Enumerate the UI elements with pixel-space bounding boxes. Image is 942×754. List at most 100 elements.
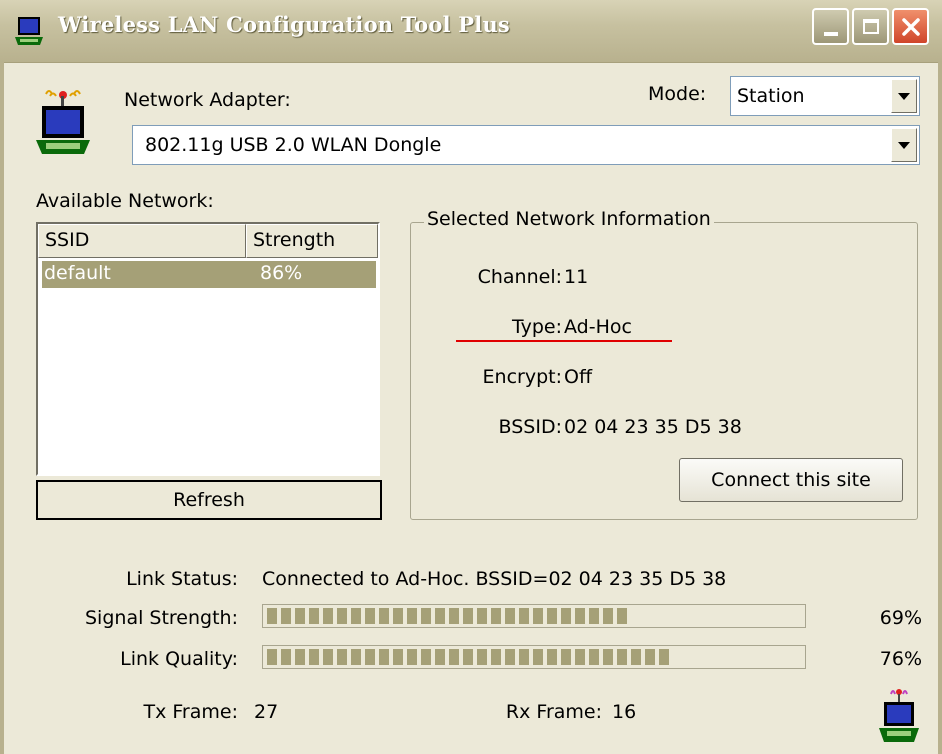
close-icon (901, 17, 920, 36)
progress-segment (393, 649, 403, 665)
table-row[interactable]: default 86% (42, 261, 376, 288)
adapter-value: 802.11g USB 2.0 WLAN Dongle (145, 134, 442, 156)
progress-segment (337, 649, 347, 665)
column-header-strength[interactable]: Strength (246, 224, 378, 258)
rx-frame-label: Rx Frame: (505, 701, 602, 723)
refresh-button[interactable]: Refresh (36, 480, 382, 520)
type-underline (456, 340, 672, 342)
chevron-down-icon (898, 141, 910, 149)
bssid-value: 02 04 23 35 D5 38 (564, 416, 742, 438)
progress-segment (631, 649, 641, 665)
progress-segment (267, 608, 277, 624)
progress-segment (463, 649, 473, 665)
progress-segment (519, 608, 529, 624)
progress-segment (281, 649, 291, 665)
progress-segment (421, 608, 431, 624)
progress-segment (519, 649, 529, 665)
progress-segment (463, 608, 473, 624)
progress-segment (547, 649, 557, 665)
link-quality-bar (262, 645, 806, 669)
link-quality-label: Link Quality: (120, 648, 238, 670)
progress-segment (295, 608, 305, 624)
laptop-antenna-icon (12, 13, 46, 47)
progress-segment (449, 649, 459, 665)
progress-segment (589, 608, 599, 624)
link-status-value: Connected to Ad-Hoc. BSSID=02 04 23 35 D… (262, 568, 727, 590)
progress-segment (533, 608, 543, 624)
progress-segment (477, 608, 487, 624)
progress-segment (351, 608, 361, 624)
dropdown-arrow[interactable] (891, 128, 917, 162)
progress-segment (309, 649, 319, 665)
mode-label: Mode: (648, 83, 707, 105)
progress-segment (603, 649, 613, 665)
signal-strength-value: 69% (879, 607, 922, 629)
progress-segment (267, 649, 277, 665)
available-network-label: Available Network: (36, 190, 214, 212)
progress-segment (295, 649, 305, 665)
progress-segment (281, 608, 291, 624)
link-status-label: Link Status: (126, 568, 238, 590)
signal-strength-fill (267, 608, 637, 624)
link-quality-fill (267, 649, 674, 665)
progress-segment (617, 649, 627, 665)
progress-segment (533, 649, 543, 665)
signal-strength-label: Signal Strength: (85, 607, 238, 629)
connect-site-button[interactable]: Connect this site (679, 458, 903, 502)
mode-select[interactable]: Station (730, 76, 920, 116)
progress-segment (547, 608, 557, 624)
window-border-left (0, 62, 4, 754)
progress-segment (589, 649, 599, 665)
progress-segment (491, 608, 501, 624)
progress-segment (603, 608, 613, 624)
progress-segment (379, 608, 389, 624)
dropdown-arrow[interactable] (891, 79, 917, 113)
progress-segment (393, 608, 403, 624)
network-list[interactable]: SSID Strength default 86% (36, 222, 380, 476)
close-button[interactable] (892, 8, 929, 45)
progress-segment (477, 649, 487, 665)
progress-segment (365, 649, 375, 665)
tx-frame-value: 27 (254, 701, 279, 723)
progress-segment (379, 649, 389, 665)
rx-frame-value: 16 (612, 701, 637, 723)
progress-segment (645, 649, 655, 665)
progress-segment (575, 608, 585, 624)
progress-segment (323, 608, 333, 624)
progress-segment (323, 649, 333, 665)
adapter-label: Network Adapter: (124, 89, 291, 111)
connect-site-label: Connect this site (711, 469, 871, 491)
column-header-ssid[interactable]: SSID (38, 224, 246, 258)
selected-network-title: Selected Network Information (424, 208, 714, 230)
minimize-icon (823, 31, 838, 36)
tx-frame-label: Tx Frame: (143, 701, 239, 723)
adapter-select[interactable]: 802.11g USB 2.0 WLAN Dongle (132, 125, 920, 165)
link-quality-value: 76% (879, 648, 922, 670)
progress-segment (505, 649, 515, 665)
maximize-button[interactable] (852, 8, 889, 45)
channel-value: 11 (564, 266, 589, 288)
progress-segment (365, 608, 375, 624)
progress-segment (617, 608, 627, 624)
progress-segment (309, 608, 319, 624)
row-strength: 86% (260, 262, 303, 284)
mode-value: Station (737, 85, 805, 107)
progress-segment (435, 608, 445, 624)
progress-segment (337, 608, 347, 624)
progress-segment (491, 649, 501, 665)
maximize-icon (862, 19, 879, 34)
row-ssid: default (44, 262, 111, 284)
minimize-button[interactable] (812, 8, 849, 45)
signal-strength-bar (262, 604, 806, 628)
encrypt-label: Encrypt: (482, 366, 562, 388)
progress-segment (449, 608, 459, 624)
laptop-antenna-icon (876, 686, 922, 744)
window-border-right (938, 62, 942, 754)
type-value: Ad-Hoc (564, 316, 632, 338)
progress-segment (561, 608, 571, 624)
laptop-antenna-icon (32, 84, 94, 156)
progress-segment (561, 649, 571, 665)
progress-segment (407, 608, 417, 624)
refresh-label: Refresh (173, 489, 245, 511)
type-label: Type: (511, 316, 562, 338)
